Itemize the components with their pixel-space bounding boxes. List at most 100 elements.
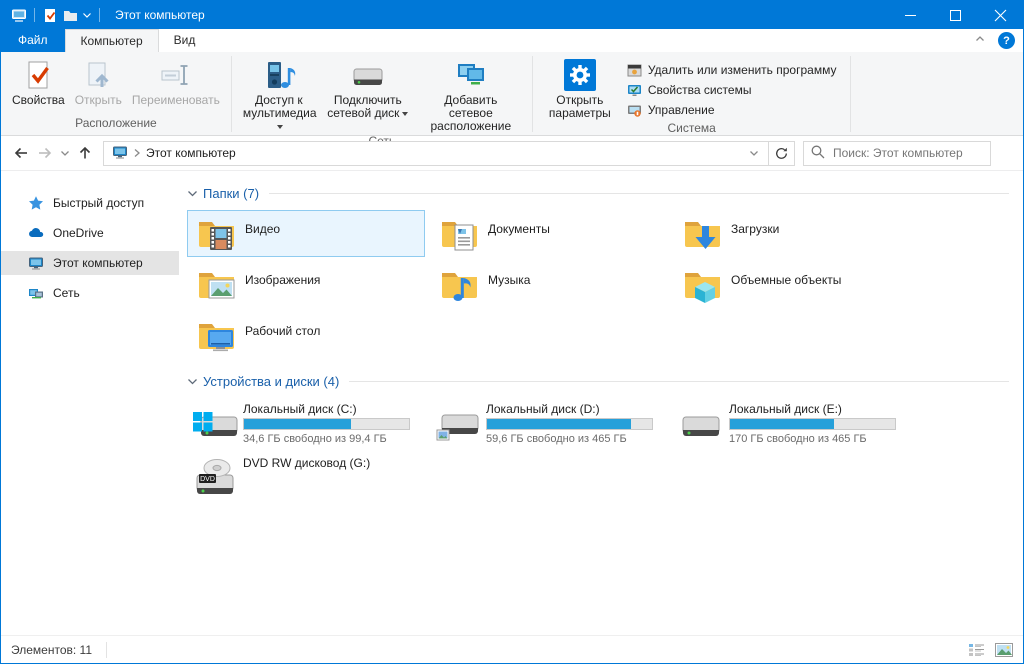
back-button[interactable] [9, 141, 33, 165]
search-input[interactable] [833, 146, 984, 160]
quick-access-star-icon [28, 195, 44, 211]
uninstall-program-icon [627, 63, 642, 78]
ribbon-collapse-icon[interactable] [974, 33, 986, 48]
uninstall-program-button[interactable]: Удалить или изменить программу [627, 62, 837, 78]
folder-tile[interactable]: Документы [430, 210, 668, 257]
tab-computer[interactable]: Компьютер [65, 29, 159, 52]
desktop-folder-icon [196, 316, 236, 356]
system-properties-icon [627, 83, 642, 98]
tab-view[interactable]: Вид [159, 29, 211, 52]
add-network-location-icon [455, 59, 487, 91]
folder-label: Объемные объекты [731, 273, 841, 307]
drive-usage-bar [243, 418, 410, 430]
svg-text:DVD: DVD [200, 476, 215, 483]
properties-button-label: Свойства [12, 93, 65, 107]
search-icon [810, 144, 825, 162]
drive-photo-icon [436, 404, 480, 444]
recent-locations-chevron-icon[interactable] [57, 141, 73, 165]
minimize-button[interactable] [888, 1, 933, 29]
forward-button[interactable] [33, 141, 57, 165]
maximize-button[interactable] [933, 1, 978, 29]
section-header-folders[interactable]: Папки (7) [184, 183, 1023, 203]
drive-tile[interactable]: Локальный диск (C:) 34,6 ГБ свободно из … [187, 398, 425, 448]
folder-label: Документы [488, 222, 550, 256]
section-title: Устройства и диски (4) [203, 374, 339, 389]
add-network-location-label: Добавить сетевое расположение [431, 93, 512, 133]
folder-label: Рабочий стол [245, 324, 320, 358]
tab-file[interactable]: Файл [1, 29, 65, 52]
window-controls [888, 1, 1023, 29]
folder-tile[interactable]: Объемные объекты [673, 261, 911, 308]
settings-gear-icon [564, 59, 596, 91]
navigation-pane: Быстрый доступ OneDrive Этот компьютер С… [1, 171, 179, 635]
sidebar-item-this-pc[interactable]: Этот компьютер [1, 251, 179, 275]
folder-tile[interactable]: Музыка [430, 261, 668, 308]
titlebar-separator [34, 8, 35, 22]
group-label-location: Расположение [1, 115, 231, 135]
drive-tile[interactable]: Локальный диск (D:) 59,6 ГБ свободно из … [430, 398, 668, 448]
manage-label: Управление [648, 102, 715, 118]
ribbon-tabs-bar: Файл Компьютер Вид ? [1, 29, 1023, 53]
qat-customize-chevron-icon[interactable] [80, 5, 94, 25]
explorer-window: Этот компьютер Файл Компьютер Вид ? Свой… [0, 0, 1024, 664]
sidebar-item-network[interactable]: Сеть [1, 281, 179, 305]
drive-windows-icon [193, 404, 237, 444]
close-button[interactable] [978, 1, 1023, 29]
system-menu-icon[interactable] [9, 5, 29, 25]
open-settings-button[interactable]: Открыть параметры [539, 56, 621, 120]
properties-button[interactable]: Свойства [7, 56, 70, 107]
breadcrumb-chevron-icon[interactable] [132, 147, 142, 159]
sidebar-item-onedrive[interactable]: OneDrive [1, 221, 179, 245]
folder-tile[interactable]: Изображения [187, 261, 425, 308]
items-count: Элементов: 11 [11, 643, 92, 657]
open-button[interactable]: Открыть [70, 56, 127, 107]
collapse-chevron-icon [187, 188, 198, 199]
thumbnails-view-button[interactable] [995, 642, 1013, 658]
drive-free-space: 59,6 ГБ свободно из 465 ГБ [486, 433, 653, 445]
folder-tile[interactable]: Рабочий стол [187, 312, 425, 359]
media-access-icon [263, 59, 295, 91]
up-button[interactable] [73, 141, 97, 165]
address-dropdown-chevron-icon[interactable] [744, 142, 764, 165]
rename-icon [160, 59, 192, 91]
help-icon[interactable]: ? [998, 32, 1015, 49]
drive-tile[interactable]: DVD DVD RW дисковод (G:) [187, 452, 425, 502]
refresh-button[interactable] [769, 141, 795, 166]
map-network-drive-button[interactable]: Подключить сетевой диск [320, 56, 416, 120]
section-divider [349, 381, 1009, 382]
folder-tile[interactable]: Загрузки [673, 210, 911, 257]
rename-button-label: Переименовать [132, 93, 220, 107]
details-view-button[interactable] [967, 642, 985, 658]
titlebar-separator [99, 8, 100, 22]
ribbon-group-location: Свойства Открыть Переименовать Расположе… [1, 53, 231, 135]
qat-properties-icon[interactable] [40, 5, 60, 25]
pictures-folder-icon [196, 265, 236, 305]
media-access-button[interactable]: Доступ к мультимедиа [238, 56, 320, 133]
drive-tile[interactable]: Локальный диск (E:) 170 ГБ свободно из 4… [673, 398, 911, 448]
breadcrumb[interactable]: Этот компьютер [146, 146, 236, 160]
folders-grid: Видео Документы Загрузки Изображения Муз… [184, 203, 919, 371]
music-folder-icon [439, 265, 479, 305]
rename-button[interactable]: Переименовать [127, 56, 225, 107]
location-pc-icon [112, 144, 128, 163]
drive-label: Локальный диск (C:) [243, 402, 410, 416]
title-bar: Этот компьютер [1, 1, 1023, 29]
address-bar[interactable]: Этот компьютер [103, 141, 769, 166]
manage-button[interactable]: Управление [627, 102, 837, 118]
properties-icon [22, 59, 54, 91]
sidebar-item-label: Быстрый доступ [53, 196, 144, 210]
open-settings-label: Открыть параметры [549, 93, 611, 120]
search-box [803, 141, 991, 166]
drive-usage-fill [244, 419, 351, 429]
drive-usage-bar [729, 418, 896, 430]
navigation-bar: Этот компьютер [1, 136, 1023, 171]
sidebar-item-quick-access[interactable]: Быстрый доступ [1, 191, 179, 215]
system-properties-button[interactable]: Свойства системы [627, 82, 837, 98]
add-network-location-button[interactable]: Добавить сетевое расположение [416, 56, 526, 133]
dropdown-caret-icon [277, 125, 283, 129]
qat-new-folder-icon[interactable] [60, 5, 80, 25]
section-header-devices[interactable]: Устройства и диски (4) [184, 371, 1023, 391]
folder-label: Видео [245, 222, 280, 256]
folder-tile[interactable]: Видео [187, 210, 425, 257]
network-icon [28, 285, 44, 301]
